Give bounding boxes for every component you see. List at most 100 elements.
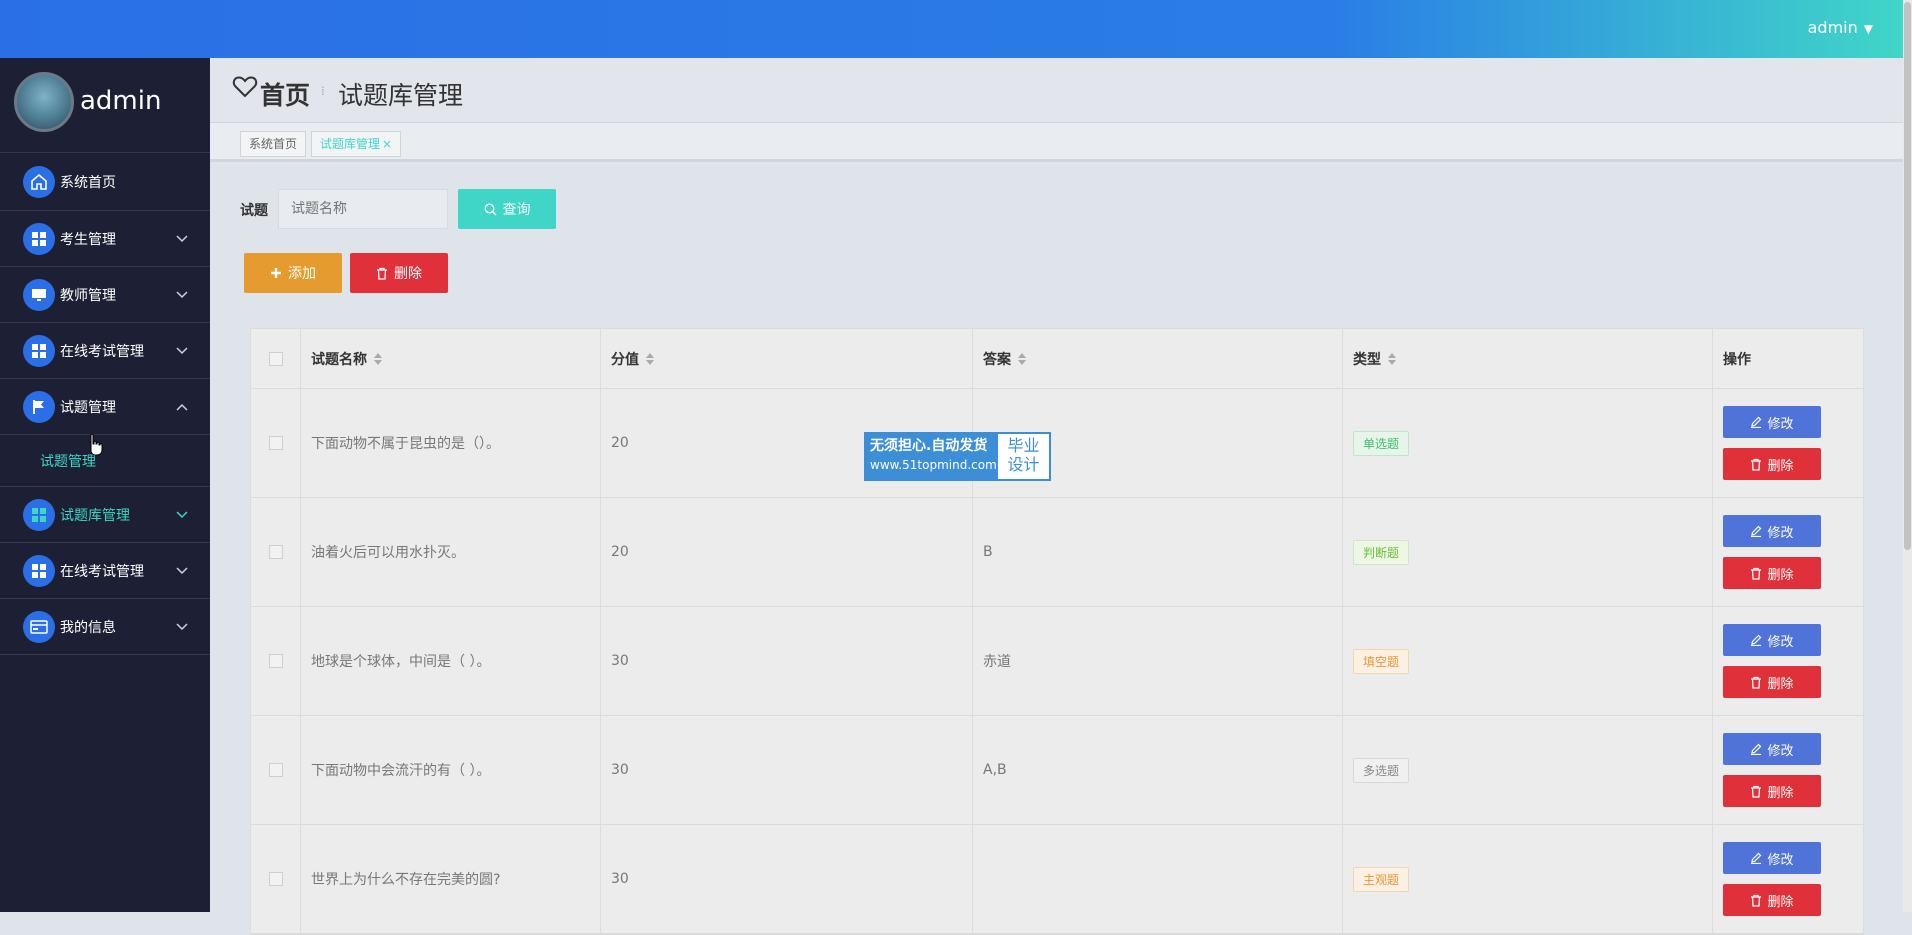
grid-icon — [23, 498, 55, 531]
search-label: 试题 — [240, 203, 268, 219]
question-score: 30 — [601, 825, 973, 933]
user-menu[interactable]: admin ▼ — [1808, 18, 1873, 37]
column-header[interactable]: 试题名称 — [301, 329, 601, 388]
sidebar-item-label: 试题管理 — [60, 399, 116, 416]
type-cell: 判断题 — [1343, 498, 1713, 606]
question-answer: A,B — [973, 716, 1343, 824]
delete-label: 删除 — [1767, 458, 1794, 474]
profile-name: admin — [80, 86, 162, 116]
edit-button[interactable]: 修改 — [1723, 842, 1821, 874]
bulk-delete-button[interactable]: 删除 — [350, 253, 448, 293]
edit-icon — [1751, 634, 1762, 646]
delete-button[interactable]: 删除 — [1723, 884, 1821, 916]
edit-button[interactable]: 修改 — [1723, 515, 1821, 547]
edit-button[interactable]: 修改 — [1723, 624, 1821, 656]
column-header[interactable]: 答案 — [973, 329, 1343, 388]
user-name: admin — [1807, 18, 1858, 37]
watermark-right: 毕业 设计 — [998, 434, 1049, 479]
breadcrumb-home[interactable]: 首页 — [260, 76, 310, 112]
table-row: 世界上为什么不存在完美的圆? 30 主观题 修改 删除 — [251, 825, 1863, 934]
column-actions-label: 操作 — [1723, 351, 1751, 368]
add-button[interactable]: 添加 — [244, 253, 342, 293]
profile: admin — [0, 58, 210, 153]
column-header[interactable]: 类型 — [1343, 329, 1713, 388]
watermark-right2: 设计 — [1007, 455, 1040, 474]
vertical-scrollbar[interactable] — [1903, 0, 1912, 912]
delete-button[interactable]: 删除 — [1723, 557, 1821, 589]
add-button-label: 添加 — [288, 266, 316, 282]
edit-icon — [1751, 743, 1762, 755]
question-score: 20 — [601, 498, 973, 606]
select-all-cell — [251, 329, 301, 388]
question-score: 30 — [601, 716, 973, 824]
sidebar-item-label: 我的信息 — [60, 619, 116, 636]
row-checkbox[interactable] — [268, 436, 283, 450]
question-table: 试题名称 分值 答案 类型 操作 下面动物不属于昆虫的是（）。 20 单选题 修… — [250, 328, 1864, 935]
row-checkbox[interactable] — [268, 654, 283, 668]
trash-icon — [377, 267, 387, 280]
chevron-down-icon — [176, 564, 188, 578]
select-all-checkbox[interactable] — [268, 351, 283, 366]
edit-label: 修改 — [1767, 416, 1794, 432]
avatar — [14, 72, 74, 132]
sidebar-item-online-exam-2[interactable]: 在线考试管理 — [0, 543, 210, 599]
row-checkbox[interactable] — [268, 545, 283, 559]
flag-icon — [23, 390, 55, 423]
tab-question-bank[interactable]: 试题库管理 × — [311, 131, 402, 157]
type-badge: 主观题 — [1353, 866, 1410, 892]
delete-button[interactable]: 删除 — [1723, 666, 1821, 698]
table-row: 油着火后可以用水扑灭。 20 B 判断题 修改 删除 — [251, 498, 1863, 607]
page-title: 试题库管理 — [338, 81, 464, 110]
query-button[interactable]: 查询 — [458, 189, 556, 229]
plus-icon — [271, 268, 281, 278]
table-header: 试题名称 分值 答案 类型 操作 — [251, 329, 1863, 389]
edit-label: 修改 — [1767, 525, 1794, 541]
delete-label: 删除 — [1767, 567, 1794, 583]
actions-cell: 修改 删除 — [1713, 607, 1863, 715]
actions-cell: 修改 删除 — [1713, 498, 1863, 606]
card-icon — [23, 610, 55, 643]
sidebar-subitem-questions[interactable]: 试题管理 — [0, 435, 210, 487]
tab-label: 试题库管理 — [320, 137, 381, 151]
sidebar-item-questions[interactable]: 试题管理 — [0, 379, 210, 435]
top-header: admin ▼ — [0, 0, 1903, 58]
sort-icon[interactable] — [373, 352, 383, 366]
table-row: 下面动物不属于昆虫的是（）。 20 单选题 修改 删除 — [251, 389, 1863, 498]
row-checkbox[interactable] — [268, 763, 283, 777]
sidebar-item-label: 在线考试管理 — [60, 343, 144, 360]
search-input[interactable] — [278, 189, 448, 229]
sidebar-item-question-bank[interactable]: 试题库管理 — [0, 487, 210, 543]
sort-icon[interactable] — [645, 352, 655, 366]
delete-button[interactable]: 删除 — [1723, 775, 1821, 807]
chevron-down-icon — [176, 288, 188, 302]
scrollbar-thumb[interactable] — [1904, 2, 1911, 550]
edit-button[interactable]: 修改 — [1723, 406, 1821, 438]
row-checkbox[interactable] — [268, 872, 283, 886]
sidebar-item-label: 考生管理 — [60, 231, 116, 248]
search-icon — [483, 202, 496, 215]
trash-icon — [1751, 894, 1762, 907]
edit-button[interactable]: 修改 — [1723, 733, 1821, 765]
type-badge: 填空题 — [1353, 648, 1410, 674]
trash-icon — [1751, 676, 1762, 689]
close-icon[interactable]: × — [382, 137, 392, 151]
row-select-cell — [251, 825, 301, 933]
tab-label: 系统首页 — [249, 137, 298, 151]
table-row: 地球是个球体，中间是（ ）。 30 赤道 填空题 修改 删除 — [251, 607, 1863, 716]
sort-icon[interactable] — [1017, 352, 1027, 366]
table-row: 下面动物中会流汗的有（ ）。 30 A,B 多选题 修改 删除 — [251, 716, 1863, 825]
column-header[interactable]: 分值 — [601, 329, 973, 388]
sidebar-item-online-exam[interactable]: 在线考试管理 — [0, 323, 210, 379]
sidebar-item-home[interactable]: 系统首页 — [0, 153, 210, 211]
sidebar-item-teachers[interactable]: 教师管理 — [0, 267, 210, 323]
watermark-right1: 毕业 — [1007, 436, 1040, 455]
sidebar-item-examinees[interactable]: 考生管理 — [0, 211, 210, 267]
sort-icon[interactable] — [1387, 352, 1397, 366]
main-content: 首页 ⁞ 试题库管理 系统首页 试题库管理× 试题 查询 添加 删除 试题名称 … — [210, 58, 1903, 935]
row-select-cell — [251, 389, 301, 497]
sidebar-item-my-info[interactable]: 我的信息 — [0, 599, 210, 655]
delete-button[interactable]: 删除 — [1723, 448, 1821, 480]
actions-cell: 修改 删除 — [1713, 389, 1863, 497]
tab-home[interactable]: 系统首页 — [240, 131, 307, 157]
sidebar-item-label: 教师管理 — [60, 287, 116, 304]
